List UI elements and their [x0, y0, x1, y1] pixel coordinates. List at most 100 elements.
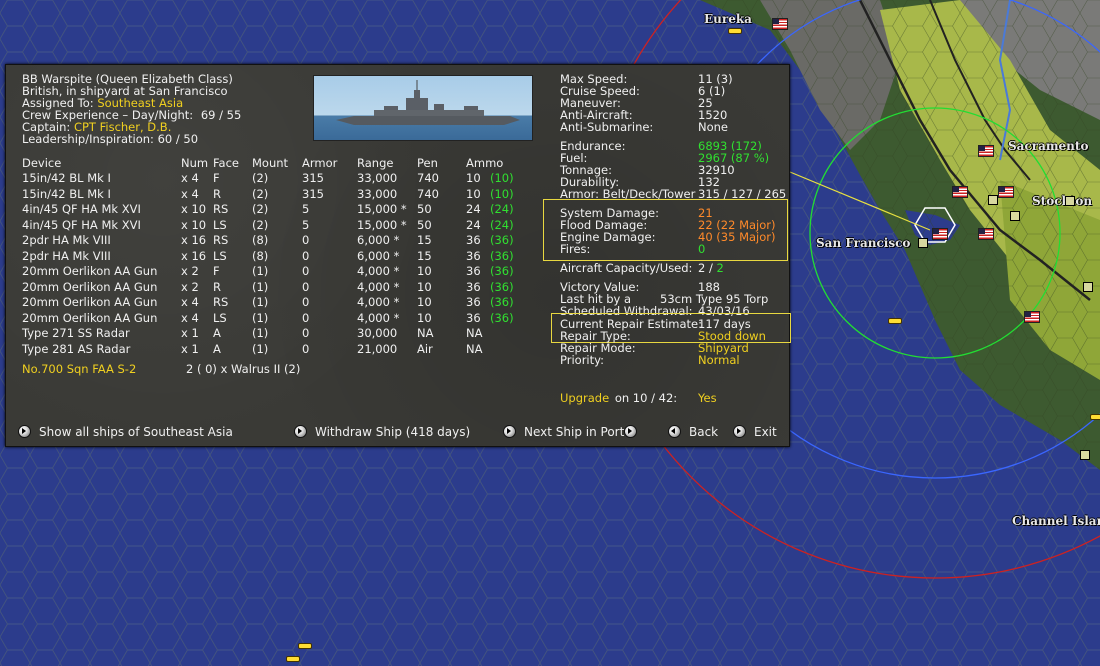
device-row[interactable]: 20mm Oerlikon AA Gun x 4 LS (1) 0 4,000 * 10 36… [6, 312, 546, 325]
base-icon[interactable] [1065, 196, 1075, 206]
device-row[interactable]: 20mm Oerlikon AA Gun x 2 F (1) 0 4,000 * 10 36 (… [6, 265, 546, 278]
ship-info-panel: BB Warspite (Queen Elizabeth Class) Brit… [5, 64, 791, 447]
us-flag-icon[interactable] [772, 18, 788, 30]
device-cell-mount: (1) [252, 264, 269, 278]
device-row[interactable]: Type 281 AS Radar x 1 A (1) 0 21,000 Air NA [6, 343, 546, 356]
device-row[interactable]: 20mm Oerlikon AA Gun x 2 R (1) 0 4,000 * 10 36 (… [6, 281, 546, 294]
device-cell-mount: (2) [252, 202, 269, 216]
base-icon[interactable] [1083, 282, 1093, 292]
town-san-francisco[interactable]: San Francisco [816, 236, 910, 250]
device-cell-device: 15in/42 BL Mk I [22, 171, 111, 185]
show-all-ships-button[interactable]: Show all ships of Southeast Asia [18, 425, 233, 438]
town-eureka[interactable]: Eureka [704, 12, 752, 26]
exit-button[interactable]: Exit [733, 425, 777, 438]
anti-sub-label: Anti-Submarine: [560, 120, 654, 134]
next-ship-button[interactable]: Next Ship in Port [503, 425, 638, 438]
col-header-pen: Pen [417, 156, 438, 170]
base-icon[interactable] [918, 238, 928, 248]
device-cell-ammo-max: (36) [490, 233, 514, 247]
device-cell-armor: 5 [302, 217, 310, 232]
device-row[interactable]: 4in/45 QF HA Mk XVI x 10 LS (2) 5 15,000 * 50 2… [6, 219, 546, 232]
device-cell-face: F [213, 171, 220, 185]
device-cell-ammo: NA [466, 341, 483, 356]
upgrade-link[interactable]: Upgrade [560, 391, 609, 405]
device-cell-pen: 50 [417, 217, 432, 232]
device-cell-face: LS [213, 248, 227, 263]
device-cell-armor: 315 [302, 186, 324, 201]
upgrade-value[interactable]: Yes [698, 392, 717, 404]
device-cell-device: Type 281 AS Radar [22, 341, 131, 356]
device-cell-pen: 10 [417, 310, 432, 325]
ship-marker-icon[interactable] [286, 656, 300, 662]
us-flag-icon[interactable] [978, 145, 994, 157]
device-cell-num: x 2 [181, 279, 199, 294]
device-cell-range: 4,000 * [357, 295, 400, 309]
device-cell-ammo: 36 [466, 295, 481, 309]
withdraw-ship-button[interactable]: Withdraw Ship (418 days) [294, 425, 470, 438]
device-cell-ammo-max: (36) [490, 279, 514, 294]
back-button[interactable]: Back [668, 425, 718, 438]
device-cell-num: x 1 [181, 326, 199, 340]
device-cell-range: 15,000 * [357, 202, 407, 216]
device-cell-device: 2pdr HA Mk VIII [22, 248, 111, 263]
device-row[interactable]: 15in/42 BL Mk I x 4 R (2) 315 33,000 740 10 (10) [6, 188, 546, 201]
town-channel-islands[interactable]: Channel Islan [1012, 514, 1100, 528]
device-cell-device: 15in/42 BL Mk I [22, 186, 111, 201]
device-cell-num: x 2 [181, 264, 199, 278]
device-cell-ammo: 36 [466, 233, 481, 247]
leadership-row: Leadership/Inspiration: 60 / 50 [22, 133, 198, 145]
us-flag-icon[interactable] [952, 186, 968, 198]
us-flag-icon[interactable] [1024, 311, 1040, 323]
device-cell-device: Type 271 SS Radar [22, 326, 130, 340]
device-row[interactable]: 15in/42 BL Mk I x 4 F (2) 315 33,000 740 10 (10) [6, 172, 546, 185]
ship-marker-icon[interactable] [298, 643, 312, 649]
device-cell-device: 4in/45 QF HA Mk XVI [22, 217, 141, 232]
upgrade-date: on 10 / 42: [614, 391, 678, 405]
base-icon[interactable] [988, 195, 998, 205]
device-cell-face: A [213, 326, 221, 340]
device-cell-num: x 16 [181, 233, 207, 247]
device-row[interactable]: Type 271 SS Radar x 1 A (1) 0 30,000 NA NA [6, 327, 546, 340]
leadership-value: 60 / 50 [157, 132, 199, 146]
device-cell-mount: (1) [252, 326, 269, 340]
device-cell-range: 4,000 * [357, 279, 400, 294]
ship-marker-icon[interactable] [1090, 414, 1100, 420]
device-row[interactable]: 20mm Oerlikon AA Gun x 4 RS (1) 0 4,000 * 10 36… [6, 296, 546, 309]
device-cell-mount: (1) [252, 310, 269, 325]
device-cell-pen: NA [417, 326, 434, 340]
device-cell-mount: (2) [252, 171, 269, 185]
ship-marker-icon[interactable] [888, 318, 902, 324]
us-flag-icon[interactable] [998, 186, 1014, 198]
air-group-name[interactable]: No.700 Sqn FAA S-2 [22, 363, 136, 375]
device-cell-ammo-max: (36) [490, 264, 514, 278]
device-row[interactable]: 4in/45 QF HA Mk XVI x 10 RS (2) 5 15,000 * 50 2… [6, 203, 546, 216]
withdraw-ship-label: Withdraw Ship (418 days) [315, 425, 471, 439]
device-cell-armor: 5 [302, 202, 310, 216]
town-stockton[interactable]: Stockton [1032, 194, 1092, 208]
device-cell-pen: 740 [417, 186, 439, 201]
device-cell-face: R [213, 279, 221, 294]
base-icon[interactable] [1010, 211, 1020, 221]
ship-marker-icon[interactable] [728, 28, 742, 34]
device-cell-range: 21,000 [357, 341, 398, 356]
us-flag-icon[interactable] [978, 228, 994, 240]
device-cell-ammo-max: (10) [490, 186, 514, 201]
device-cell-armor: 0 [302, 264, 310, 278]
device-cell-ammo: NA [466, 326, 483, 340]
arrow-right-icon [294, 425, 307, 438]
device-cell-pen: 15 [417, 233, 432, 247]
device-row[interactable]: 2pdr HA Mk VIII x 16 RS (8) 0 6,000 * 15 36 (36) [6, 234, 546, 247]
anti-sub-value: None [698, 120, 729, 134]
device-cell-face: RS [213, 295, 229, 309]
device-cell-num: x 10 [181, 202, 207, 216]
device-cell-armor: 315 [302, 171, 324, 185]
device-cell-armor: 0 [302, 233, 310, 247]
arrow-left-icon [668, 425, 681, 438]
device-cell-face: R [213, 186, 221, 201]
priority-value[interactable]: Normal [698, 354, 740, 366]
us-flag-icon[interactable] [932, 228, 948, 240]
device-row[interactable]: 2pdr HA Mk VIII x 16 LS (8) 0 6,000 * 15 36 (36) [6, 250, 546, 263]
device-cell-face: RS [213, 202, 229, 216]
town-sacramento[interactable]: Sacramento [1008, 139, 1088, 153]
base-icon[interactable] [1080, 450, 1090, 460]
